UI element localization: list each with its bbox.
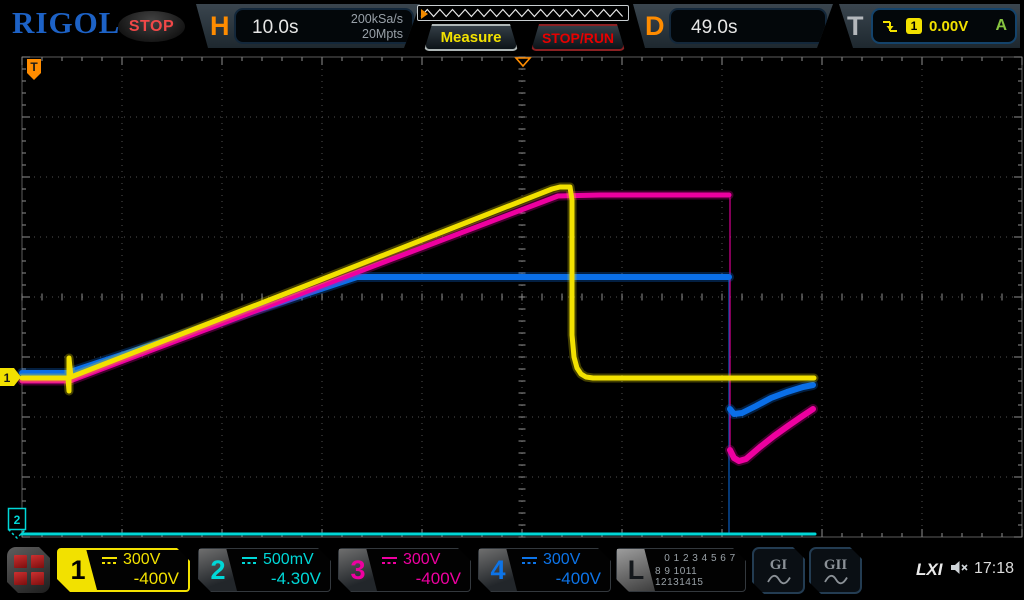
timebase-box[interactable]: 10.0s 200kSa/s 20Mpts xyxy=(234,8,414,44)
channel-3-box[interactable]: 3 300V -400V xyxy=(338,548,471,592)
dc-coupling-icon xyxy=(381,556,398,565)
delay-box[interactable]: 49.0s xyxy=(669,8,827,44)
channel-2-number: 2 xyxy=(199,549,237,591)
sine-wave-icon xyxy=(766,574,792,585)
channel-1-number: 1 xyxy=(59,550,97,590)
waveform-display: T 1 2 xyxy=(0,56,1023,540)
generator-2-button[interactable]: GII xyxy=(809,547,862,594)
channel-1-box[interactable]: 1 300V -400V xyxy=(57,548,190,592)
logic-row-1: 0 1 2 3 4 5 6 7 xyxy=(664,552,736,564)
clock: 17:18 xyxy=(974,560,1015,577)
channel-2-scale: 500mV xyxy=(263,551,314,568)
trigger-panel[interactable]: T 1 0.00V A xyxy=(839,4,1020,48)
waveform-overview-zigzag xyxy=(420,8,624,19)
measure-button[interactable]: Measure xyxy=(424,24,518,51)
trigger-level: 0.00V xyxy=(929,17,969,35)
svg-text:1: 1 xyxy=(4,371,11,385)
svg-text:T: T xyxy=(30,60,38,74)
delay-position-marker[interactable] xyxy=(514,57,532,68)
grid-menu-icon[interactable] xyxy=(7,547,50,593)
logic-channels-box[interactable]: L 0 1 2 3 4 5 6 7 8 9 1011 12131415 xyxy=(616,548,746,592)
ch1-main-trace xyxy=(19,184,817,394)
horizontal-label: H xyxy=(210,11,230,41)
sine-wave-icon xyxy=(823,574,849,585)
falling-edge-icon xyxy=(883,21,897,32)
generator-1-label: GI xyxy=(769,556,788,573)
horizontal-panel[interactable]: H 10.0s 200kSa/s 20Mpts xyxy=(196,4,420,48)
run-state-badge: STOP xyxy=(118,11,185,42)
channel-4-scale: 300V xyxy=(543,551,581,568)
channel-4-box[interactable]: 4 300V -400V xyxy=(478,548,611,592)
channel-1-offset: -400V xyxy=(133,569,179,588)
dc-coupling-icon xyxy=(101,556,118,565)
generator-1-button[interactable]: GI xyxy=(752,547,805,594)
channel-3-offset: -400V xyxy=(415,569,461,588)
channel-2-box[interactable]: 2 500mV -4.30V xyxy=(198,548,331,592)
trigger-mode: A xyxy=(995,17,1007,34)
bottom-status-bar: 1 300V -400V 2 500mV -4.30V 3 300V -400V… xyxy=(0,545,1024,600)
logic-label: L xyxy=(617,549,655,591)
generator-2-label: GII xyxy=(823,556,848,573)
channel-4-offset: -400V xyxy=(555,569,601,588)
rigol-logo: RIGOL xyxy=(12,5,121,40)
waveform-overview-bar[interactable] xyxy=(417,5,629,21)
trigger-source-badge: 1 xyxy=(906,18,922,34)
channel-3-scale: 300V xyxy=(403,551,441,568)
timebase-value: 10.0s xyxy=(252,17,299,38)
graticule xyxy=(21,56,1023,538)
delay-value: 49.0s xyxy=(691,17,738,38)
stop-run-button[interactable]: STOP/RUN xyxy=(531,24,625,51)
ch1-main-trace-fuzz xyxy=(17,182,819,396)
memory-depth: 20Mpts xyxy=(362,27,403,41)
channel-3-number: 3 xyxy=(339,549,377,591)
channel-1-scale: 300V xyxy=(123,551,161,568)
svg-text:2: 2 xyxy=(14,513,21,527)
delay-panel[interactable]: D 49.0s xyxy=(633,4,833,48)
speaker-muted-icon[interactable] xyxy=(950,559,970,577)
dc-coupling-icon xyxy=(241,556,258,565)
channel-4-number: 4 xyxy=(479,549,517,591)
top-status-bar: RIGOL STOP H 10.0s 200kSa/s 20Mpts Measu… xyxy=(0,0,1024,52)
ch4-recovery-trace xyxy=(727,382,816,417)
logic-row-2: 8 9 1011 12131415 xyxy=(655,565,704,588)
lxi-badge: LXI xyxy=(916,560,943,579)
trigger-position-badge[interactable]: T xyxy=(27,59,41,80)
oscilloscope-screen: T 1 2 RIGOL STOP H 10.0s 200kSa/s 20Mpts M… xyxy=(0,0,1024,600)
sample-rate: 200kSa/s xyxy=(350,12,403,26)
trigger-label: T xyxy=(847,11,864,41)
dc-coupling-icon xyxy=(521,556,538,565)
delay-label: D xyxy=(645,11,665,41)
trigger-box[interactable]: 1 0.00V A xyxy=(871,8,1017,44)
channel-2-offset: -4.30V xyxy=(270,569,321,588)
